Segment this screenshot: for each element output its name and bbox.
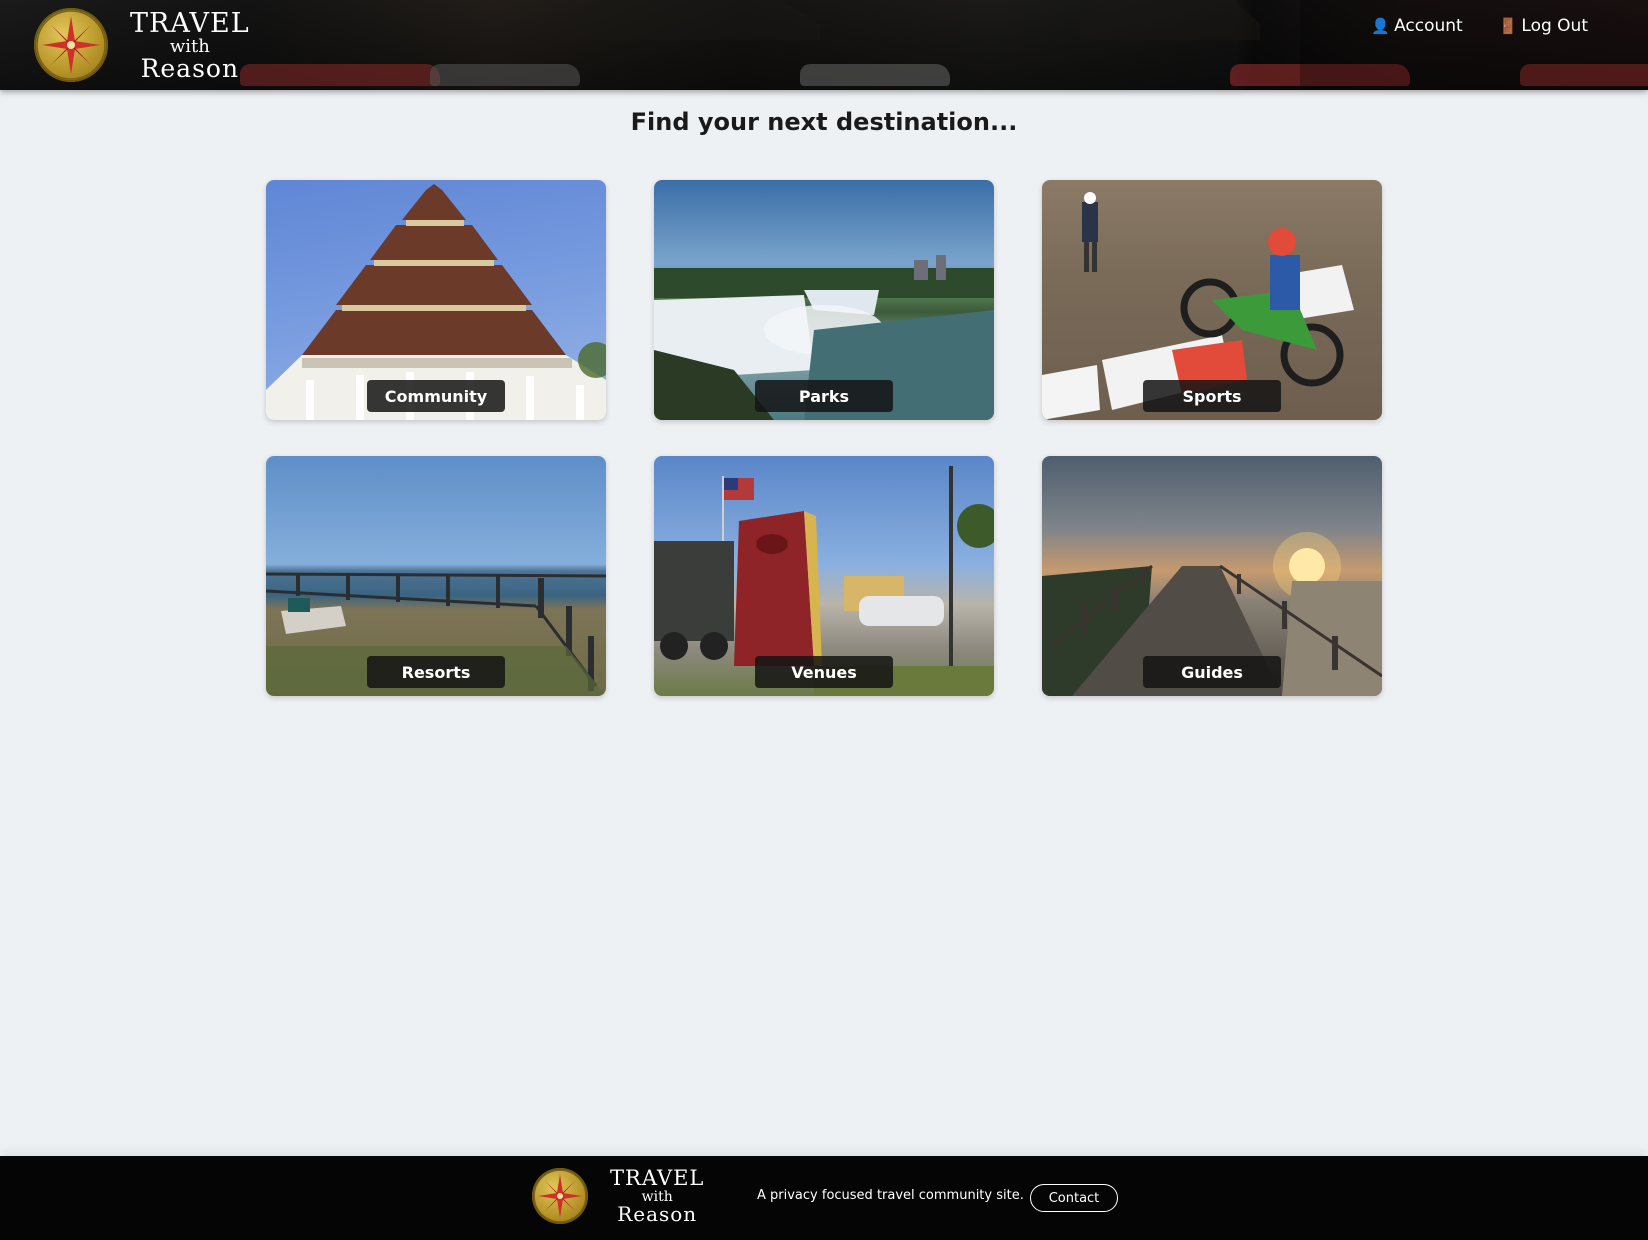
header-nav: 👤 Account 🚪 Log Out — [1371, 16, 1588, 36]
category-label: Venues — [755, 656, 893, 688]
logo-line-1: TRAVEL — [130, 7, 250, 39]
footer-tagline: A privacy focused travel community site. — [757, 1188, 1024, 1203]
logo-line-3: Reason — [140, 53, 240, 83]
logout-link-label: Log Out — [1521, 16, 1588, 36]
category-card-resorts[interactable]: Resorts — [266, 456, 606, 696]
footer-logo[interactable]: TRAVEL with Reason — [532, 1168, 704, 1224]
destination-grid: Community Parks Sports Resorts Venues Gu… — [266, 180, 1382, 696]
footer-logo-wordmark: TRAVEL with Reason — [610, 1166, 705, 1226]
page-title: Find your next destination... — [630, 108, 1018, 136]
site-header: TRAVEL with Reason 👤 Account 🚪 Log Out — [0, 0, 1648, 90]
logo-line-2: with — [169, 35, 210, 57]
footer-logo-line-3: Reason — [617, 1202, 698, 1226]
category-label: Sports — [1143, 380, 1281, 412]
footer-logo-line-1: TRAVEL — [610, 1166, 705, 1190]
category-label: Community — [367, 380, 505, 412]
account-link-label: Account — [1394, 16, 1463, 36]
site-footer: TRAVEL with Reason A privacy focused tra… — [0, 1156, 1648, 1240]
category-label: Resorts — [367, 656, 505, 688]
category-card-community[interactable]: Community — [266, 180, 606, 420]
category-label: Guides — [1143, 656, 1281, 688]
user-icon: 👤 — [1371, 17, 1391, 35]
category-card-parks[interactable]: Parks — [654, 180, 994, 420]
category-label: Parks — [755, 380, 893, 412]
site-logo[interactable]: TRAVEL with Reason — [34, 8, 250, 82]
logo-wordmark: TRAVEL with Reason — [130, 10, 250, 81]
contact-button[interactable]: Contact — [1030, 1184, 1118, 1212]
category-card-guides[interactable]: Guides — [1042, 456, 1382, 696]
logout-link[interactable]: 🚪 Log Out — [1499, 16, 1588, 36]
compass-icon — [532, 1168, 588, 1224]
category-card-venues[interactable]: Venues — [654, 456, 994, 696]
category-card-sports[interactable]: Sports — [1042, 180, 1382, 420]
compass-icon — [34, 8, 108, 82]
account-link[interactable]: 👤 Account — [1371, 16, 1462, 36]
door-icon: 🚪 — [1498, 17, 1518, 35]
